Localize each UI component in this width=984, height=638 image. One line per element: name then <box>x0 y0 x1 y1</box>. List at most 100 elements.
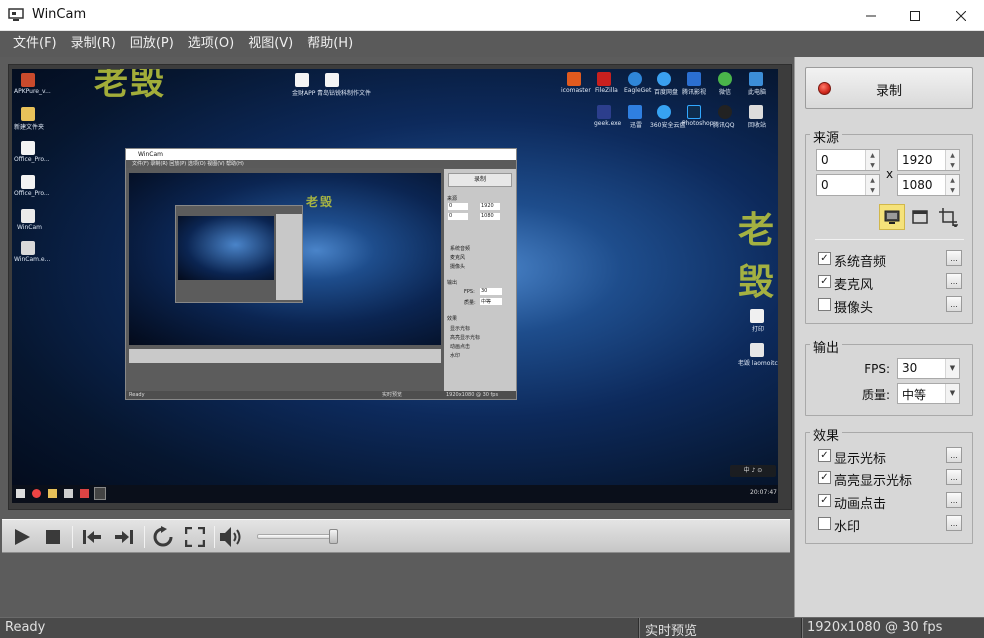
record-button[interactable]: 录制 <box>805 67 973 109</box>
menu-options[interactable]: 选项(O) <box>181 31 241 57</box>
loop-button[interactable] <box>150 525 176 549</box>
watermark-option[interactable]: 水印 ... <box>818 515 962 535</box>
spin-arrows[interactable]: ▲ ▼ <box>945 150 959 170</box>
desktop-icon <box>687 105 701 119</box>
source-x-input[interactable]: 0 ▲ ▼ <box>816 149 880 171</box>
desktop-icon <box>628 105 642 119</box>
system-audio-label: 系统音频 <box>834 255 887 270</box>
menu-view[interactable]: 视图(V) <box>241 31 300 57</box>
system-audio-option[interactable]: ✓ 系统音频 ... <box>818 250 962 270</box>
taskbar-app-icon <box>64 489 73 498</box>
spin-arrows[interactable]: ▲ ▼ <box>865 150 879 170</box>
skip-start-button[interactable] <box>80 525 104 549</box>
spin-arrows[interactable]: ▲ ▼ <box>865 175 879 195</box>
desktop-icon-label: APKPure_v... <box>14 88 51 95</box>
source-y-input[interactable]: 0 ▲ ▼ <box>816 174 880 196</box>
nested-option: 摄像头 <box>450 264 466 270</box>
size-separator: x <box>886 167 894 181</box>
nested-y: 0 <box>448 213 468 220</box>
desktop-taskbar: 20:07:47 <box>12 485 778 503</box>
microphone-checkbox[interactable]: ✓ <box>818 275 831 288</box>
preview-mode-text: 实时预览 <box>645 624 698 638</box>
menu-bar: 文件(F) 录制(R) 回放(P) 选项(O) 视图(V) 帮助(H) <box>0 31 984 57</box>
title-bar: WinCam <box>0 0 984 31</box>
fullscreen-button[interactable] <box>182 525 208 549</box>
nested-status-mid: 实时预览 <box>382 392 403 398</box>
volume-slider-thumb[interactable] <box>329 529 339 544</box>
desktop-icon-label: geek.exe <box>594 120 622 127</box>
watermark-settings-button[interactable]: ... <box>946 515 962 531</box>
system-audio-checkbox[interactable]: ✓ <box>818 252 831 265</box>
microphone-settings-button[interactable]: ... <box>946 273 962 289</box>
watermark-checkbox[interactable] <box>818 517 831 530</box>
desktop-icon-label: 腾讯QQ <box>713 122 735 129</box>
volume-button[interactable] <box>218 525 246 549</box>
desktop-icon-label: 金财APP <box>292 90 316 97</box>
animate-clicks-option[interactable]: ✓ 动画点击 ... <box>818 492 962 512</box>
maximize-button[interactable] <box>892 0 938 31</box>
nested-output-title: 输出 <box>447 280 458 286</box>
live-preview[interactable]: APKPure_v... 新建文件夹 Office_Pro... Office_… <box>12 69 778 503</box>
menu-help[interactable]: 帮助(H) <box>300 31 360 57</box>
menu-file[interactable]: 文件(F) <box>6 31 64 57</box>
status-bar: Ready 实时预览 1920x1080 @ 30 fps <box>0 617 984 638</box>
output-title: 输出 <box>810 337 843 356</box>
desktop-icon <box>597 72 611 86</box>
menu-playback[interactable]: 回放(P) <box>123 31 181 57</box>
chevron-down-icon[interactable]: ▼ <box>945 384 959 403</box>
stop-button[interactable] <box>42 525 64 549</box>
taskbar-clock: 20:07:47 <box>750 489 777 496</box>
quality-value: 中等 <box>902 388 927 402</box>
animate-clicks-label: 动画点击 <box>834 497 887 512</box>
source-height-input[interactable]: 1080 ▲ ▼ <box>897 174 960 196</box>
animate-clicks-settings-button[interactable]: ... <box>946 492 962 508</box>
system-audio-settings-button[interactable]: ... <box>946 250 962 266</box>
desktop-icon-label: 青岛钻锐科制作文件 <box>317 90 372 97</box>
close-button[interactable] <box>938 0 984 31</box>
nested-height: 1080 <box>480 213 500 220</box>
watermark-logo: 老毁 <box>306 195 335 209</box>
desktop-icon <box>325 73 339 87</box>
minimize-button[interactable] <box>848 0 894 31</box>
desktop-icon <box>749 72 763 86</box>
show-cursor-settings-button[interactable]: ... <box>946 447 962 463</box>
source-width-input[interactable]: 1920 ▲ ▼ <box>897 149 960 171</box>
menu-record[interactable]: 录制(R) <box>64 31 123 57</box>
stop-icon <box>46 530 60 544</box>
show-cursor-checkbox[interactable]: ✓ <box>818 449 831 462</box>
chevron-down-icon[interactable]: ▼ <box>945 359 959 378</box>
volume-slider-track[interactable] <box>257 534 335 539</box>
highlight-cursor-option[interactable]: ✓ 高亮显示光标 ... <box>818 469 962 489</box>
fps-label: FPS: <box>864 362 890 376</box>
desktop-icon-label: Office_Pro... <box>14 156 50 163</box>
desktop-icon <box>21 73 35 87</box>
desktop-icon <box>749 105 763 119</box>
nested-status-right: 1920x1080 @ 30 fps <box>446 392 499 398</box>
divider <box>815 239 964 240</box>
fps-select[interactable]: 30 ▼ <box>897 358 960 379</box>
animate-clicks-checkbox[interactable]: ✓ <box>818 494 831 507</box>
camera-option[interactable]: 摄像头 ... <box>818 296 962 316</box>
taskbar-app-icon <box>32 489 41 498</box>
taskbar-app-icon <box>48 489 57 498</box>
highlight-cursor-checkbox[interactable]: ✓ <box>818 471 831 484</box>
quality-select[interactable]: 中等 ▼ <box>897 383 960 404</box>
region-mode-button[interactable] <box>935 204 961 230</box>
skip-end-button[interactable] <box>112 525 136 549</box>
camera-settings-button[interactable]: ... <box>946 296 962 312</box>
fullscreen-mode-button[interactable] <box>879 204 905 230</box>
camera-checkbox[interactable] <box>818 298 831 311</box>
desktop-icon-label: Photoshop <box>682 120 714 127</box>
microphone-option[interactable]: ✓ 麦克风 ... <box>818 273 962 293</box>
camera-label: 摄像头 <box>834 301 874 316</box>
spin-arrows[interactable]: ▲ ▼ <box>945 175 959 195</box>
nested-quality-label: 质量: <box>464 300 476 306</box>
taskbar-app-icon <box>80 489 89 498</box>
play-button[interactable] <box>10 525 34 549</box>
nested-status-bar: Ready 实时预览 1920x1080 @ 30 fps <box>126 391 516 399</box>
window-mode-button[interactable] <box>907 204 933 230</box>
divider <box>144 526 145 548</box>
resolution-fps-text: 1920x1080 @ 30 fps <box>807 620 943 635</box>
show-cursor-option[interactable]: ✓ 显示光标 ... <box>818 447 962 467</box>
highlight-cursor-settings-button[interactable]: ... <box>946 469 962 485</box>
